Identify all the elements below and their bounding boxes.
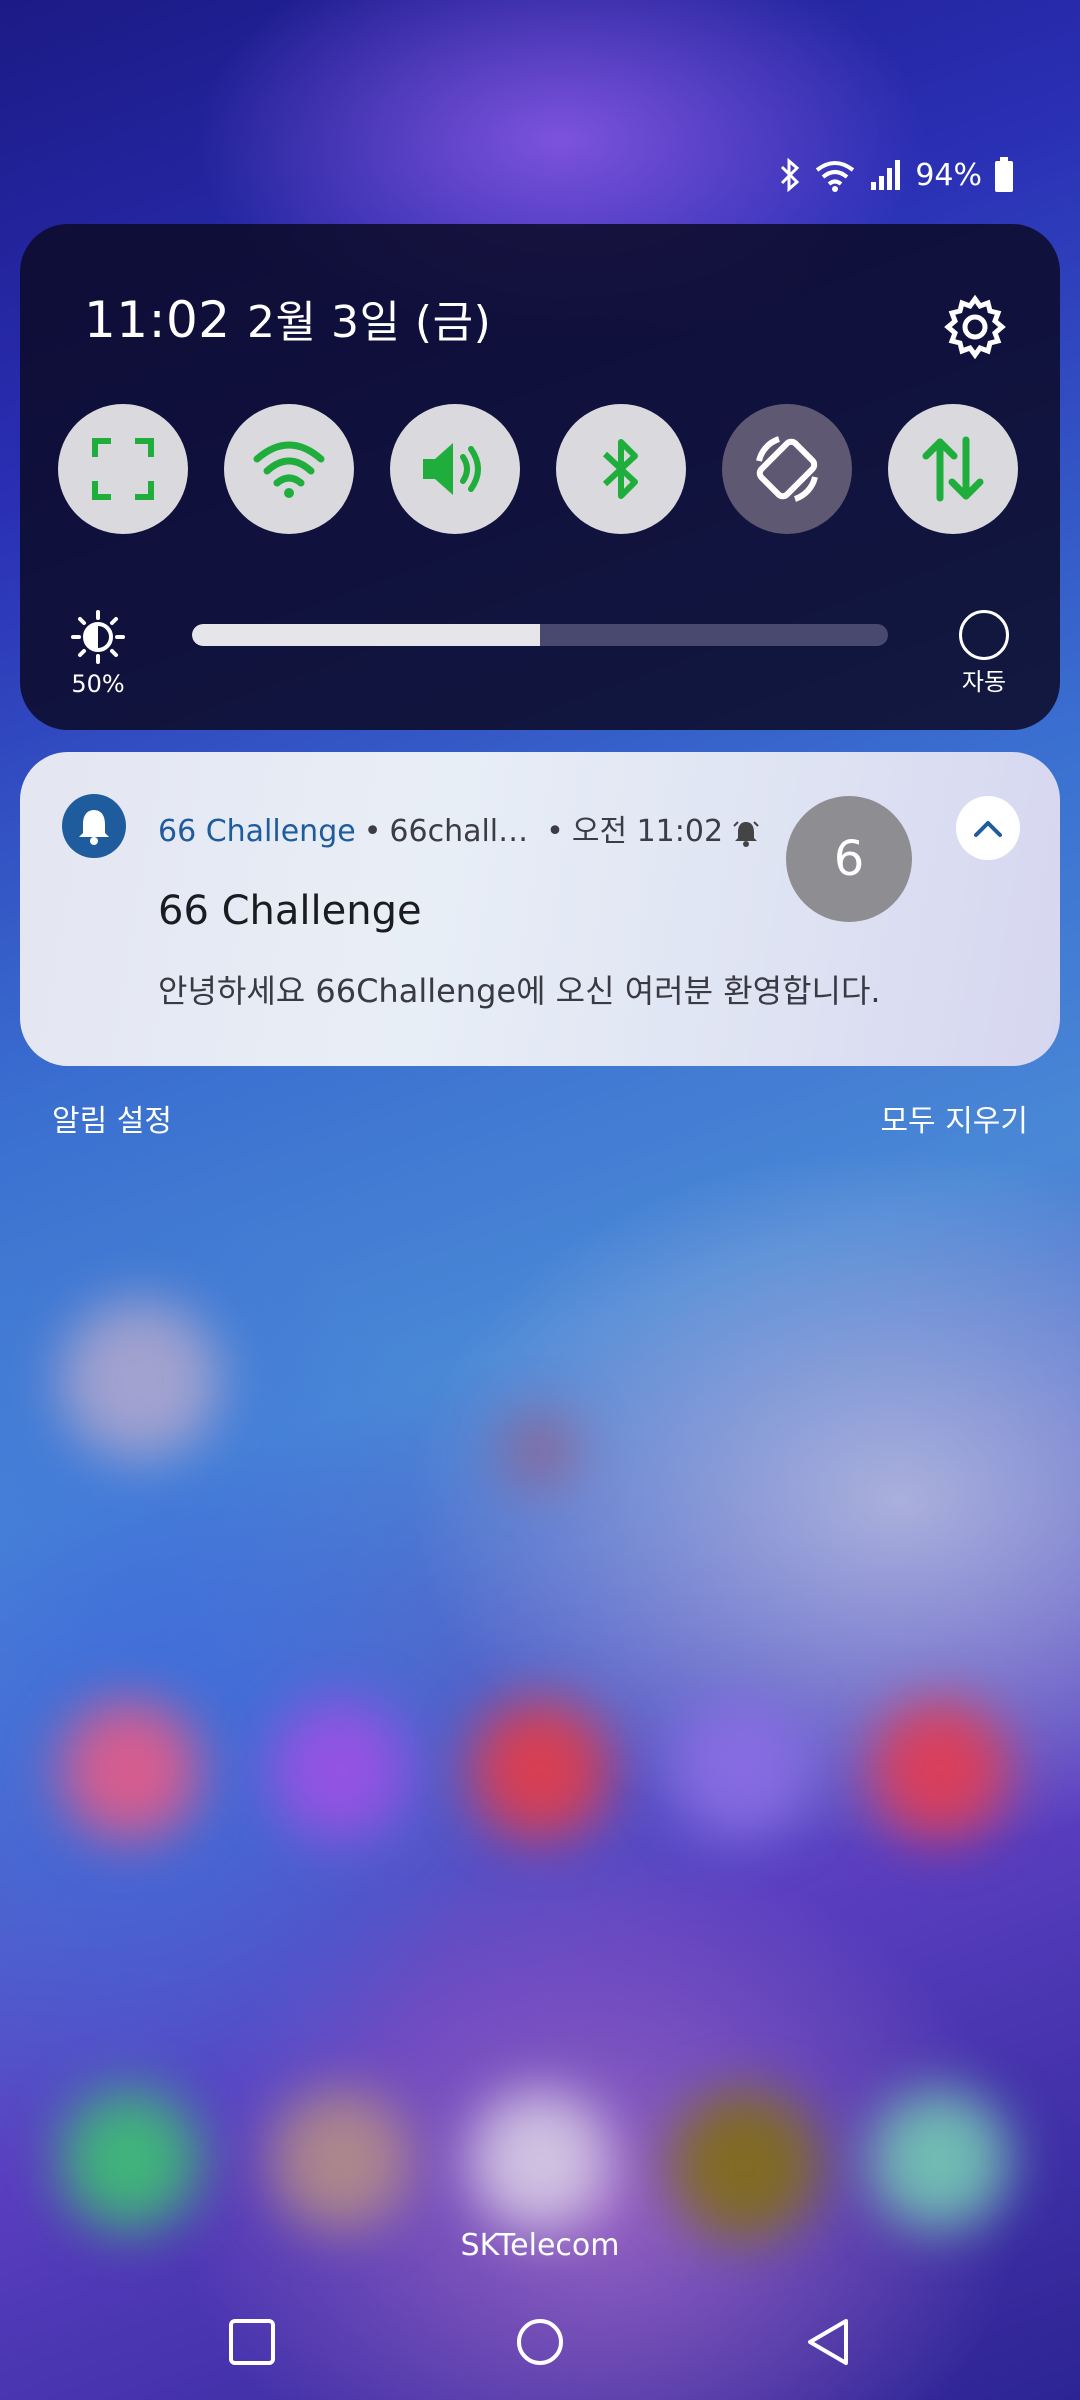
sound-tile[interactable] bbox=[390, 404, 520, 534]
screen-capture-tile[interactable] bbox=[58, 404, 188, 534]
home-button[interactable] bbox=[512, 2314, 568, 2370]
carrier-label: SKTelecom bbox=[460, 2228, 620, 2263]
wallpaper-blob bbox=[270, 2090, 410, 2230]
chevron-up-icon bbox=[974, 821, 1002, 837]
status-bar: 94% bbox=[779, 150, 1014, 200]
auto-brightness-label: 자동 bbox=[961, 668, 1007, 696]
recent-apps-icon bbox=[229, 2319, 275, 2365]
quick-tiles bbox=[58, 404, 1018, 534]
wifi-icon bbox=[816, 161, 855, 192]
notification-header: 66 Challenge • 66chall… • 오전 11:02 bbox=[158, 806, 761, 850]
navigation-bar bbox=[0, 2300, 1080, 2380]
wallpaper-blob bbox=[870, 1700, 1010, 1840]
clear-all-button[interactable]: 모두 지우기 bbox=[880, 1096, 1028, 1140]
rotate-icon bbox=[756, 436, 818, 502]
wallpaper-blob bbox=[60, 1300, 220, 1460]
date-text: 2월 3일 (금) bbox=[247, 297, 492, 348]
volume-icon bbox=[423, 443, 481, 495]
app-icon bbox=[62, 794, 126, 858]
wallpaper-blob bbox=[60, 2090, 200, 2230]
auto-brightness-toggle[interactable]: 자동 bbox=[954, 610, 1014, 697]
bell-icon bbox=[79, 810, 109, 845]
battery-percent: 94% bbox=[915, 157, 982, 193]
bluetooth-icon bbox=[602, 439, 638, 499]
brightness-indicator: 50% bbox=[68, 610, 128, 698]
alarm-bell-icon bbox=[733, 820, 759, 847]
mobile-data-tile[interactable] bbox=[888, 404, 1018, 534]
settings-gear-button[interactable] bbox=[942, 294, 1008, 360]
auto-brightness-circle-icon bbox=[959, 610, 1009, 660]
battery-icon bbox=[995, 157, 1013, 192]
wallpaper-blob bbox=[870, 2090, 1010, 2230]
notification-settings-button[interactable]: 알림 설정 bbox=[52, 1096, 172, 1140]
wifi-tile[interactable] bbox=[224, 404, 354, 534]
gear-icon bbox=[944, 294, 1006, 360]
notification-count-badge: 6 bbox=[786, 796, 912, 922]
recent-apps-button[interactable] bbox=[224, 2314, 280, 2370]
auto-rotate-tile[interactable] bbox=[722, 404, 852, 534]
notification-body: 안녕하세요 66Challenge에 오신 여러분 환영합니다. bbox=[158, 972, 881, 1010]
data-arrows-icon bbox=[922, 436, 984, 502]
bluetooth-tile[interactable] bbox=[556, 404, 686, 534]
notification-app-name: 66 Challenge bbox=[158, 814, 356, 849]
wallpaper-blob bbox=[470, 1700, 610, 1840]
wallpaper-blob bbox=[470, 2090, 610, 2230]
brightness-icon bbox=[71, 610, 125, 664]
notification-subtext: 66chall… bbox=[389, 814, 529, 849]
wifi-icon bbox=[253, 441, 325, 498]
back-triangle-icon bbox=[808, 2319, 848, 2365]
time-text: 11:02 bbox=[84, 291, 231, 349]
back-button[interactable] bbox=[800, 2314, 856, 2370]
bluetooth-icon bbox=[781, 158, 800, 192]
brightness-percent: 50% bbox=[71, 670, 125, 698]
collapse-button[interactable] bbox=[956, 796, 1020, 860]
wallpaper-blob bbox=[270, 1700, 410, 1840]
home-circle-icon bbox=[517, 2319, 563, 2365]
wallpaper-blob bbox=[60, 1700, 200, 1840]
notification-card[interactable]: 66 Challenge • 66chall… • 오전 11:02 6 66 Chal… bbox=[20, 752, 1060, 1066]
brightness-slider-fill bbox=[192, 624, 540, 646]
wallpaper-blob bbox=[670, 1700, 810, 1840]
screen-capture-icon bbox=[92, 438, 154, 500]
brightness-slider[interactable] bbox=[192, 624, 888, 646]
notification-time: 오전 11:02 bbox=[571, 814, 724, 849]
wallpaper-blob bbox=[500, 1410, 580, 1490]
signal-icon bbox=[871, 160, 901, 190]
quick-settings-panel: 11:02 2월 3일 (금) 50% 자동 bbox=[20, 224, 1060, 730]
notification-title: 66 Challenge bbox=[158, 888, 422, 934]
wallpaper-blob bbox=[670, 2090, 820, 2240]
clock: 11:02 2월 3일 (금) bbox=[84, 286, 491, 350]
